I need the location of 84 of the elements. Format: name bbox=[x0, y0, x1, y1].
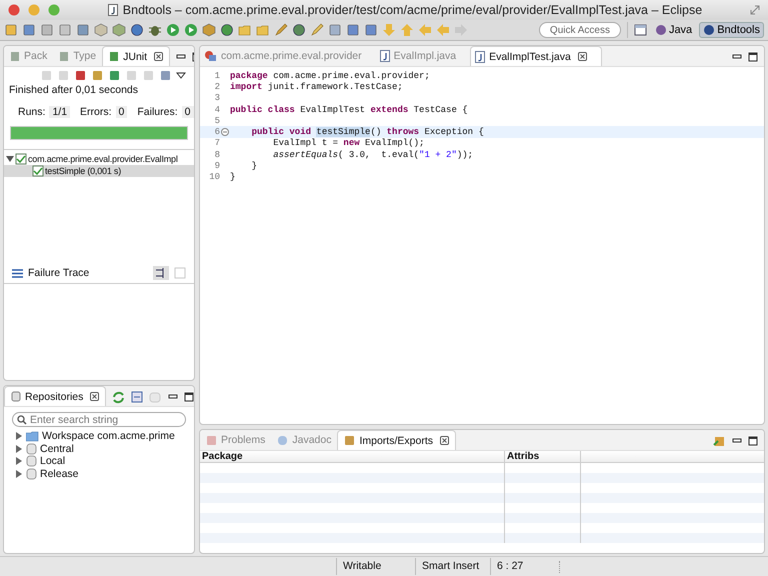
maximize-icon[interactable] bbox=[748, 52, 758, 62]
editor-tab[interactable]: EvalImplTest.java bbox=[470, 46, 602, 66]
status-field: Smart Insert bbox=[415, 558, 490, 575]
runs-label: Runs: bbox=[18, 106, 46, 118]
open-perspective-icon[interactable] bbox=[634, 23, 648, 37]
code-line: EvalImpl t = new EvalImpl(); bbox=[272, 138, 424, 148]
column-header[interactable]: Package bbox=[200, 451, 505, 462]
code-line: assertEquals( 3.0, t.eval("1 + 2")); bbox=[272, 150, 474, 160]
code-line: public class EvalImplTest extends TestCase { bbox=[230, 104, 468, 115]
java-file-icon bbox=[108, 4, 118, 16]
code-line: import junit.framework.TestCase; bbox=[230, 82, 403, 92]
view-tab[interactable]: Imports/Exports bbox=[337, 430, 456, 450]
runs-count: 1/1 bbox=[49, 106, 70, 118]
quick-access-field[interactable]: Quick Access bbox=[538, 22, 621, 38]
line-number: 4 bbox=[214, 104, 220, 115]
repository-item[interactable]: Release bbox=[4, 468, 194, 480]
code-line: } bbox=[250, 161, 258, 172]
search-icon bbox=[17, 415, 27, 425]
errors-label: Errors: bbox=[80, 106, 112, 118]
highlight-icon[interactable] bbox=[310, 23, 324, 37]
view-tab[interactable]: Repositories bbox=[4, 386, 106, 406]
line-number: 5 bbox=[214, 116, 220, 126]
zoom-button[interactable] bbox=[48, 4, 60, 16]
repository-item[interactable]: Central bbox=[4, 442, 194, 455]
expander-icon[interactable] bbox=[15, 444, 23, 453]
status-text: Finished after 0,01 seconds bbox=[8, 83, 139, 98]
column-header[interactable]: Attribs bbox=[505, 451, 581, 462]
tree-item[interactable]: com.acme.prime.eval.provider.EvalImpl bbox=[4, 153, 194, 165]
close-icon[interactable] bbox=[440, 436, 449, 445]
close-icon[interactable] bbox=[90, 392, 100, 401]
expander-icon[interactable] bbox=[15, 470, 23, 478]
run-icon[interactable] bbox=[166, 23, 180, 37]
line-number: 7 bbox=[214, 138, 220, 148]
line-number: 3 bbox=[214, 93, 220, 104]
line-number: 2 bbox=[214, 82, 220, 92]
errors-count: 0 bbox=[116, 106, 128, 118]
list-icon bbox=[12, 268, 23, 278]
maximize-icon[interactable] bbox=[184, 392, 194, 402]
folder-icon bbox=[26, 430, 39, 442]
line-number: 8 bbox=[214, 150, 220, 160]
close-icon[interactable] bbox=[578, 52, 587, 61]
expander-icon[interactable] bbox=[15, 432, 23, 440]
tree-item[interactable]: testSimple (0,001 s) bbox=[4, 165, 194, 177]
database-icon bbox=[11, 391, 21, 402]
line-number: 6 bbox=[214, 127, 220, 138]
status-field: 6 : 27 bbox=[490, 558, 559, 575]
maximize-icon[interactable] bbox=[748, 436, 758, 446]
fullscreen-icon[interactable] bbox=[750, 5, 760, 15]
failures-count: 0 bbox=[182, 106, 194, 118]
line-number: 9 bbox=[214, 161, 220, 172]
search-field[interactable]: Enter search string bbox=[12, 412, 186, 427]
fold-icon[interactable] bbox=[221, 128, 229, 136]
database-icon bbox=[26, 468, 37, 480]
java-file-icon bbox=[380, 50, 390, 62]
repository-item[interactable]: Workspace com.acme.prime bbox=[4, 430, 194, 442]
database-icon bbox=[26, 442, 37, 455]
failure-trace-title: Failure Trace bbox=[28, 267, 90, 279]
view-menu-icon[interactable] bbox=[176, 72, 186, 80]
perspective-button[interactable]: Java bbox=[650, 22, 696, 38]
project-icon bbox=[204, 50, 217, 62]
folder-icon[interactable] bbox=[256, 23, 270, 37]
expander-icon[interactable] bbox=[15, 457, 23, 466]
database-icon bbox=[26, 455, 37, 468]
test-passed-icon bbox=[32, 165, 44, 177]
debug-icon[interactable] bbox=[148, 23, 162, 37]
java-file-icon bbox=[475, 50, 486, 62]
code-line: public void testSimple() throws Exception { bbox=[250, 127, 484, 138]
expander-icon[interactable] bbox=[6, 155, 14, 163]
close-button[interactable] bbox=[8, 4, 20, 16]
line-number: 10 bbox=[208, 172, 220, 182]
close-icon[interactable] bbox=[154, 52, 164, 61]
view-tab[interactable]: JUnit bbox=[102, 46, 170, 66]
code-line: } bbox=[230, 172, 236, 182]
code-line: package com.acme.prime.eval.provider; bbox=[230, 70, 430, 81]
line-number: 1 bbox=[214, 70, 220, 81]
perspective-button[interactable]: Bndtools bbox=[699, 22, 764, 38]
repository-item[interactable]: Local bbox=[4, 455, 194, 468]
status-field: Writable bbox=[336, 558, 415, 575]
test-suite-icon bbox=[15, 153, 27, 165]
window-title: Bndtools – com.acme.prime.eval.provider/test/com/acme/prime/eval/provider/EvalImplTest.java – Eclipse bbox=[122, 3, 702, 17]
run-tool-icon[interactable] bbox=[184, 23, 198, 37]
collapse-all-icon[interactable] bbox=[131, 391, 144, 403]
pencil-icon[interactable] bbox=[274, 23, 288, 37]
failures-label: Failures: bbox=[137, 106, 178, 118]
